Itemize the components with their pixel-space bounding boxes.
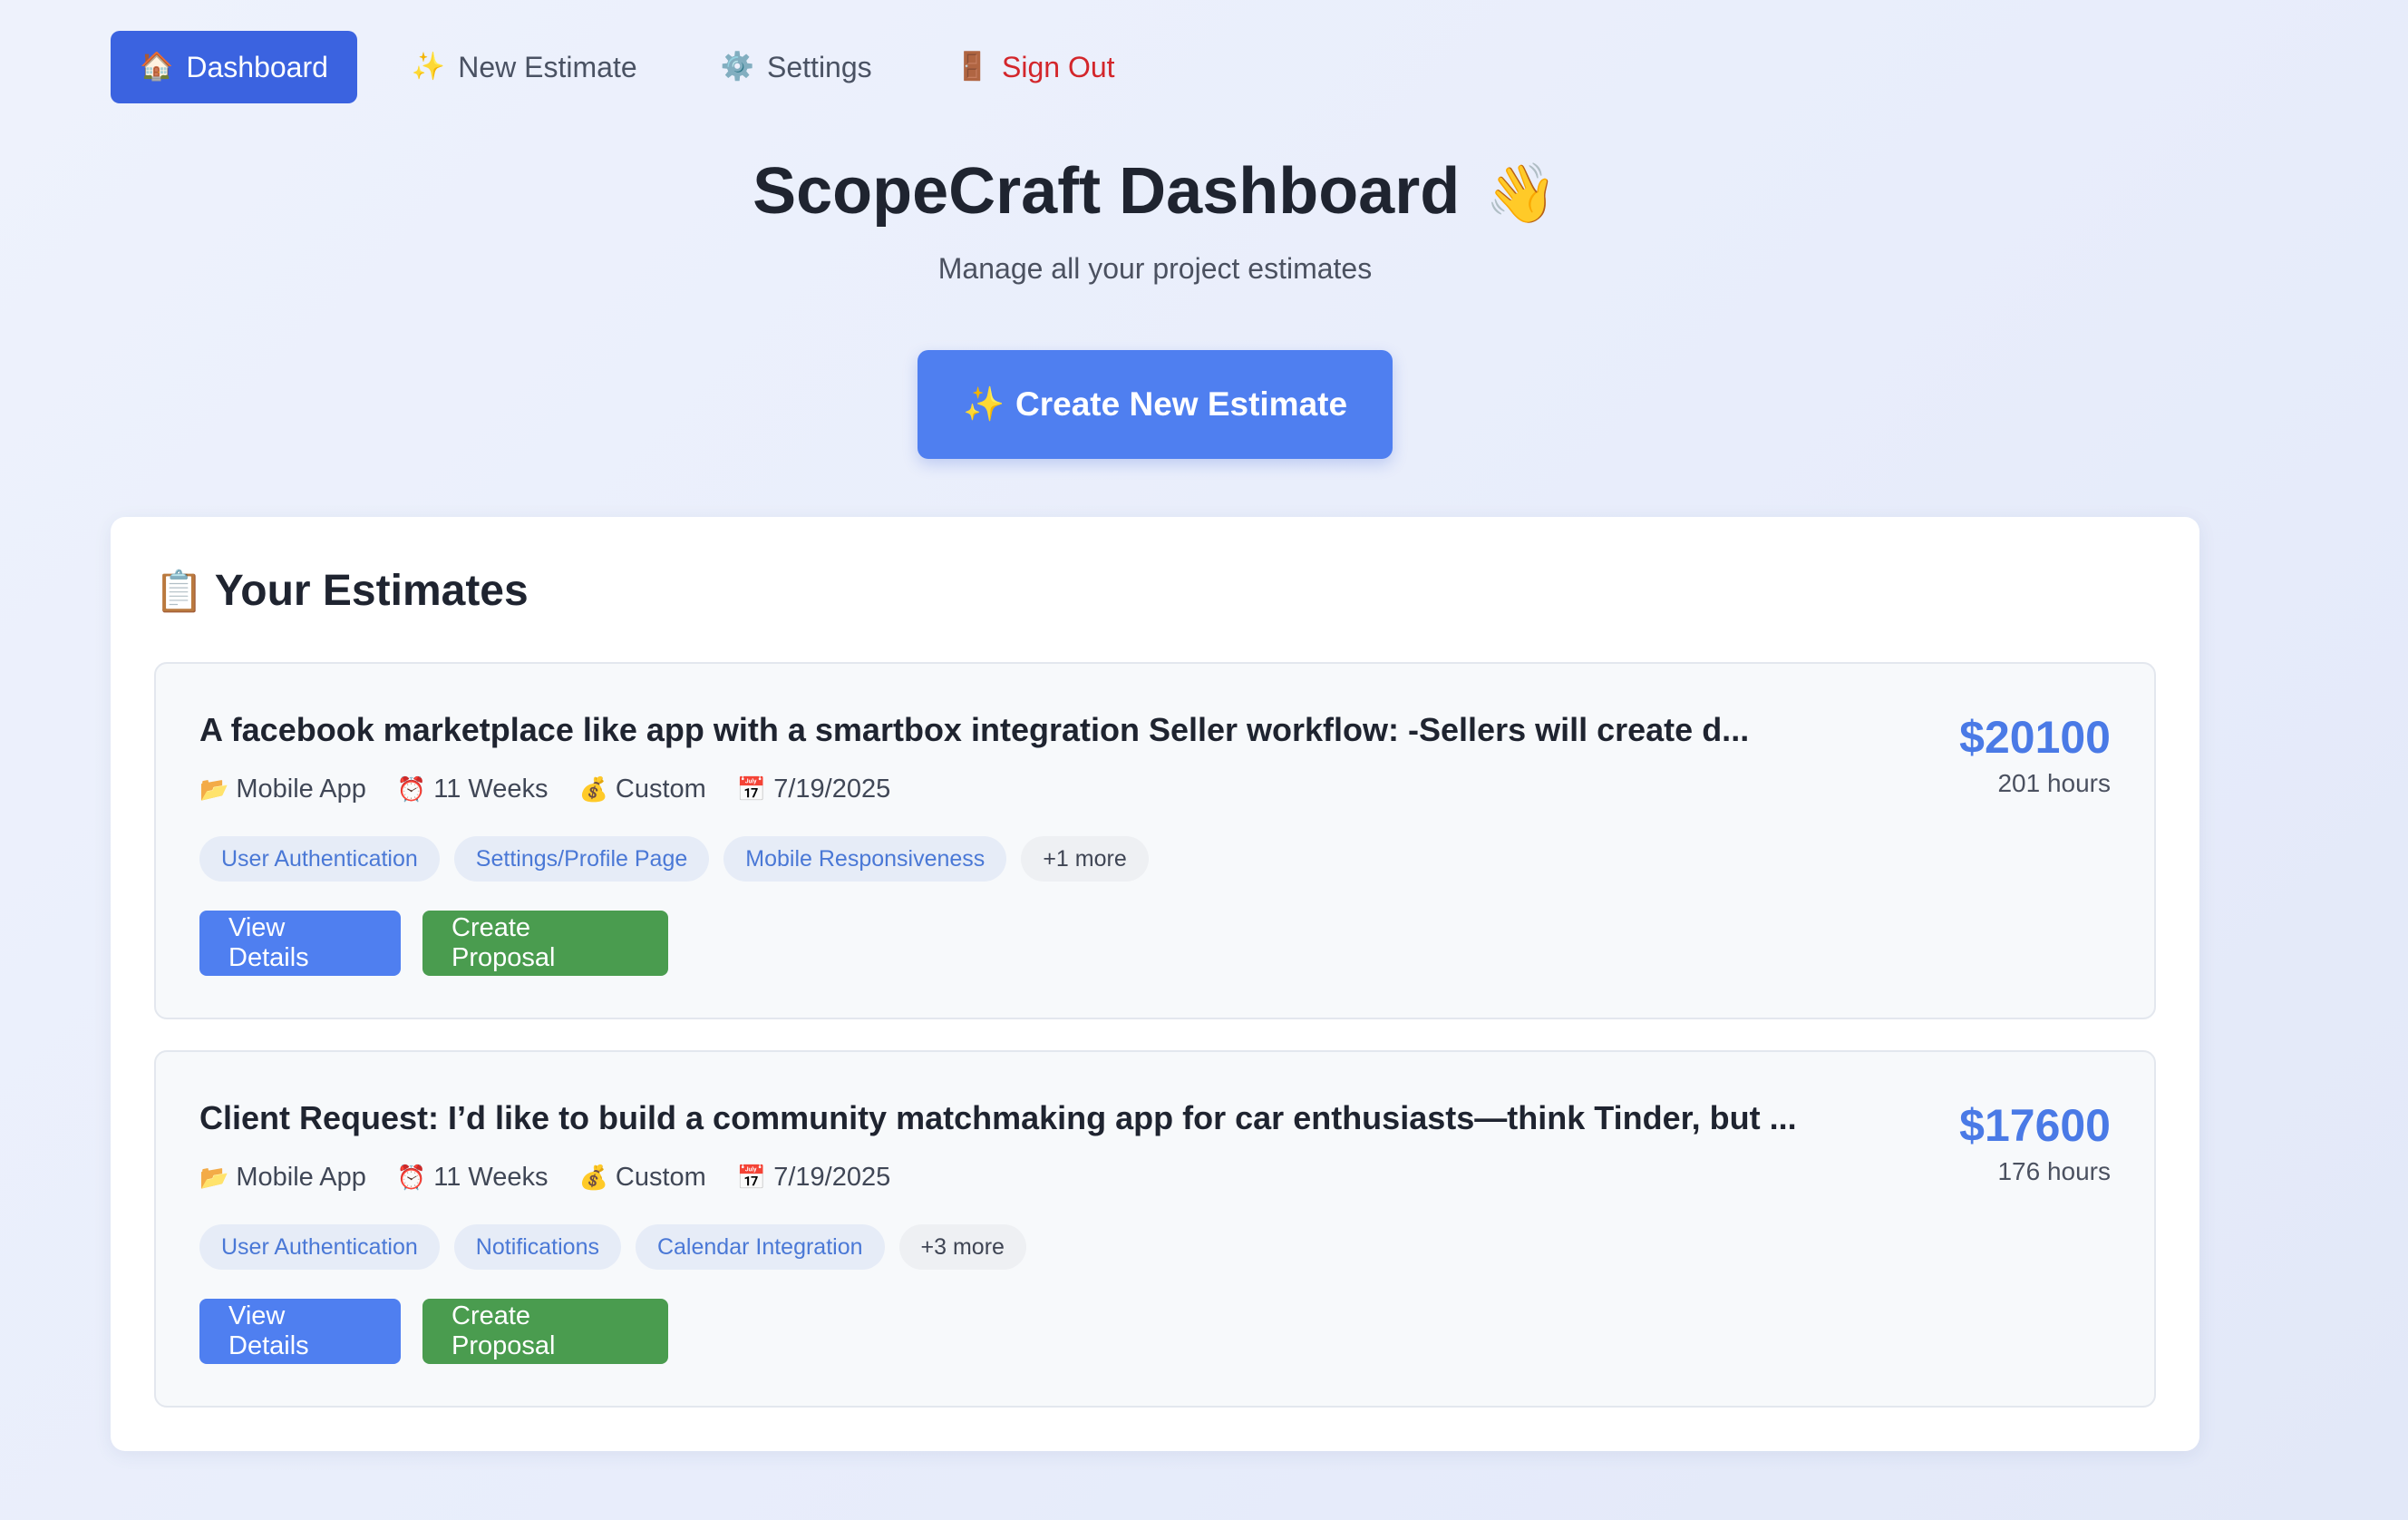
view-details-button[interactable]: View Details [199, 1299, 401, 1364]
estimate-price: $17600 [1959, 1100, 2111, 1151]
folder-icon: 📂 [199, 1164, 229, 1191]
estimate-title: Client Request: I’d like to build a comm… [199, 1099, 1797, 1136]
meta-pricing: 💰 Custom [579, 1163, 706, 1193]
nav-sign-out[interactable]: 🚪 Sign Out [927, 31, 1144, 103]
nav-sign-out-label: Sign Out [1002, 50, 1115, 83]
calendar-icon: 📅 [736, 775, 767, 803]
feature-tag: User Authentication [199, 836, 440, 882]
door-icon: 🚪 [955, 52, 989, 82]
calendar-icon: 📅 [736, 1164, 767, 1191]
page-title-text: ScopeCraft Dashboard [752, 155, 1461, 228]
feature-tag: Calendar Integration [635, 1224, 885, 1270]
sparkles-icon: ✨ [962, 385, 1005, 423]
meta-date: 📅 7/19/2025 [737, 1163, 890, 1193]
feature-tags: User Authentication Notifications Calend… [199, 1224, 1026, 1270]
page-title: ScopeCraft Dashboard 👋 [0, 154, 2310, 229]
meta-date-text: 7/19/2025 [773, 1163, 891, 1192]
meta-type-text: Mobile App [236, 1163, 366, 1192]
meta-duration-text: 11 Weeks [433, 775, 549, 804]
meta-duration-text: 11 Weeks [433, 1163, 549, 1192]
house-icon: 🏠 [140, 52, 174, 82]
meta-type: 📂 Mobile App [199, 775, 366, 804]
feature-tag: Notifications [453, 1224, 621, 1270]
alarm-clock-icon: ⏰ [396, 775, 427, 803]
estimate-card: A facebook marketplace like app with a s… [154, 662, 2156, 1019]
nav-settings[interactable]: ⚙️ Settings [692, 31, 901, 103]
feature-tags: User Authentication Settings/Profile Pag… [199, 836, 1149, 882]
meta-pricing-text: Custom [615, 1163, 706, 1192]
create-new-estimate-label: Create New Estimate [1015, 385, 1348, 423]
clipboard-icon: 📋 [154, 569, 204, 614]
waving-hand-icon: 👋 [1485, 161, 1558, 226]
feature-tag: Settings/Profile Page [453, 836, 710, 882]
meta-type-text: Mobile App [236, 775, 366, 804]
estimate-actions: View Details Create Proposal [199, 1299, 668, 1364]
estimate-hours: 176 hours [1997, 1157, 2111, 1185]
meta-pricing-text: Custom [615, 775, 706, 804]
feature-tag: Mobile Responsiveness [723, 836, 1007, 882]
meta-date: 📅 7/19/2025 [737, 775, 890, 804]
meta-date-text: 7/19/2025 [773, 775, 891, 804]
page-subtitle: Manage all your project estimates [937, 252, 1373, 285]
feature-tag: User Authentication [199, 1224, 440, 1270]
nav-new-estimate[interactable]: ✨ New Estimate [383, 31, 666, 103]
nav-dashboard[interactable]: 🏠 Dashboard [111, 31, 357, 103]
money-bag-icon: 💰 [578, 775, 608, 803]
money-bag-icon: 💰 [578, 1164, 608, 1191]
estimates-panel: 📋 Your Estimates A facebook marketplace … [111, 517, 2199, 1451]
meta-type: 📂 Mobile App [199, 1163, 366, 1193]
sparkles-icon: ✨ [411, 52, 446, 82]
folder-icon: 📂 [199, 775, 229, 803]
nav-settings-label: Settings [767, 50, 872, 83]
estimate-meta: 📂 Mobile App ⏰ 11 Weeks 💰 Custom 📅 7/19/… [199, 775, 890, 804]
nav-new-estimate-label: New Estimate [458, 50, 637, 83]
estimate-actions: View Details Create Proposal [199, 911, 668, 976]
estimates-heading-text: Your Estimates [214, 567, 529, 615]
estimate-hours: 201 hours [1997, 769, 2111, 797]
meta-pricing: 💰 Custom [579, 775, 706, 804]
estimate-meta: 📂 Mobile App ⏰ 11 Weeks 💰 Custom 📅 7/19/… [199, 1163, 890, 1193]
alarm-clock-icon: ⏰ [396, 1164, 427, 1191]
view-details-button[interactable]: View Details [199, 911, 401, 976]
meta-duration: ⏰ 11 Weeks [397, 1163, 549, 1193]
estimate-title: A facebook marketplace like app with a s… [199, 711, 1750, 748]
create-proposal-button[interactable]: Create Proposal [422, 1299, 668, 1364]
estimate-card: Client Request: I’d like to build a comm… [154, 1050, 2156, 1408]
more-tags-badge[interactable]: +3 more [898, 1224, 1026, 1270]
top-nav: 🏠 Dashboard ✨ New Estimate ⚙️ Settings 🚪… [111, 31, 1144, 103]
more-tags-badge[interactable]: +1 more [1021, 836, 1149, 882]
nav-dashboard-label: Dashboard [186, 50, 328, 83]
create-proposal-button[interactable]: Create Proposal [422, 911, 668, 976]
gear-icon: ⚙️ [720, 52, 755, 82]
meta-duration: ⏰ 11 Weeks [397, 775, 549, 804]
estimate-price: $20100 [1959, 712, 2111, 763]
estimates-heading: 📋 Your Estimates [154, 566, 529, 616]
create-new-estimate-button[interactable]: ✨ Create New Estimate [918, 350, 1393, 459]
